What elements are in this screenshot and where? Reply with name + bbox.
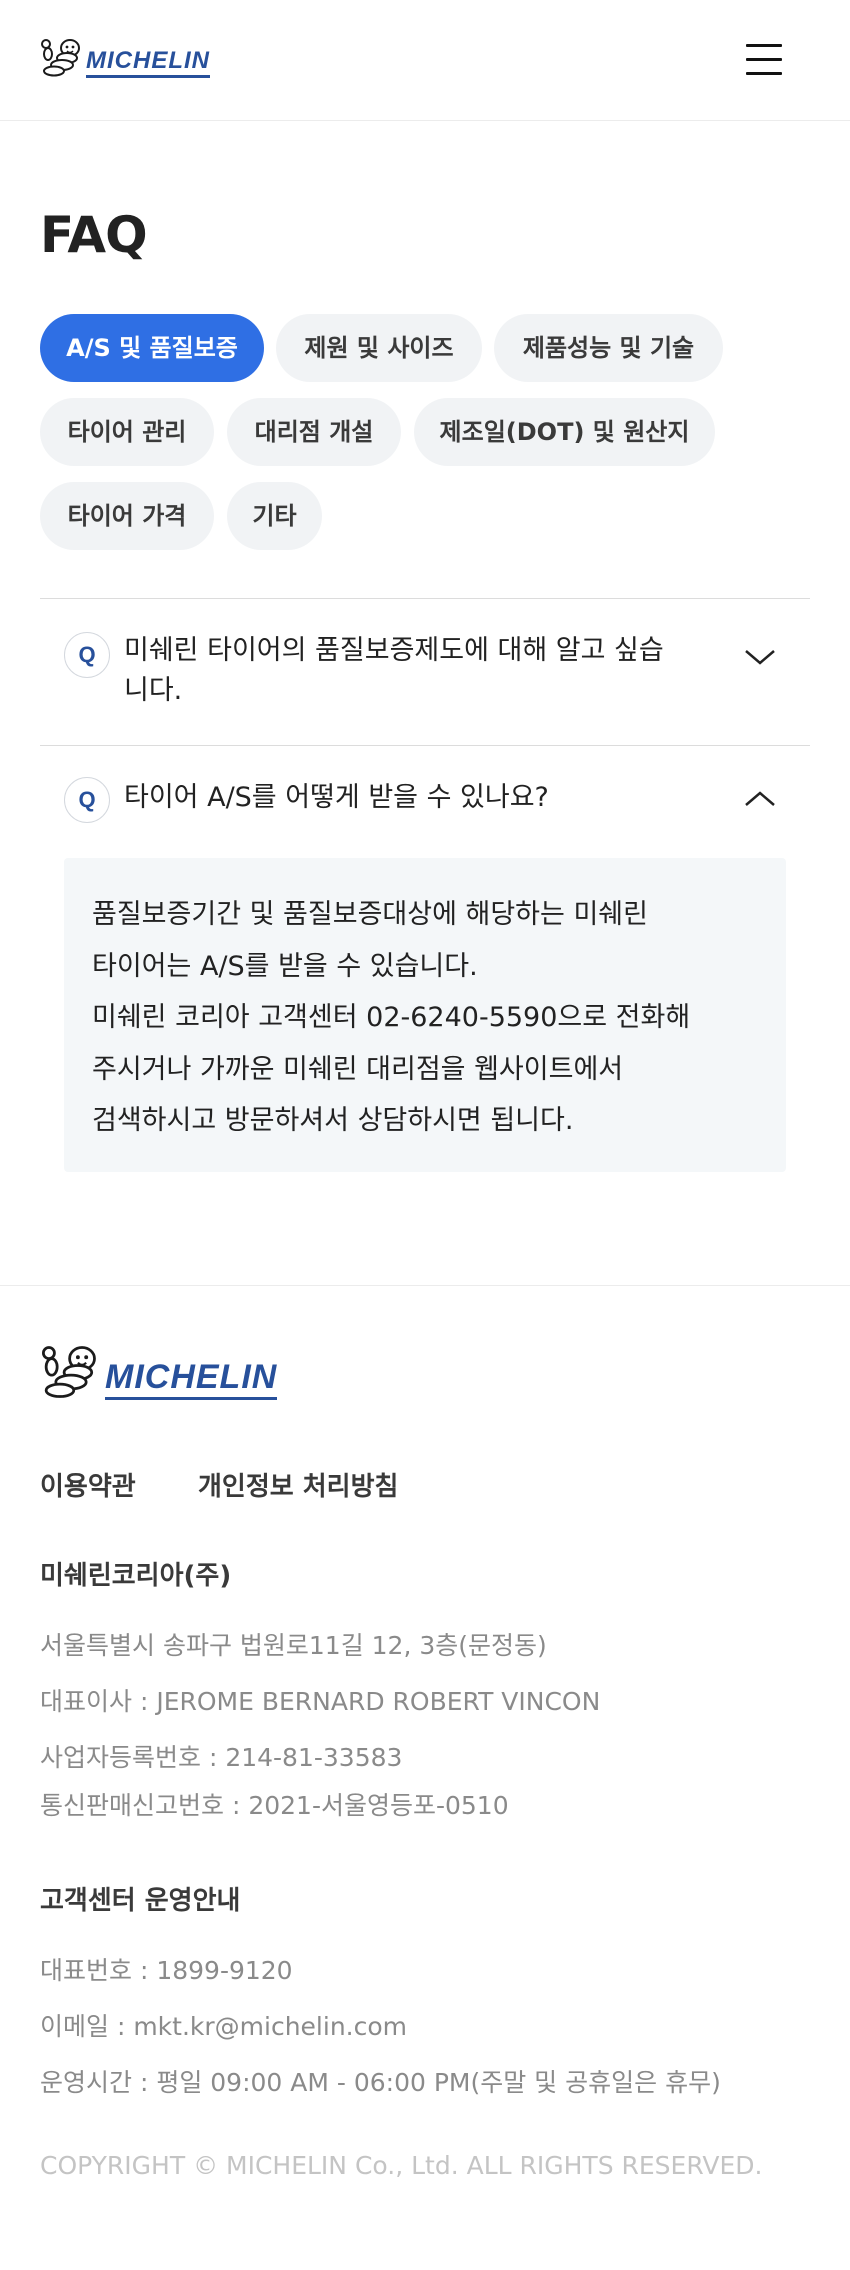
category-chip-specs-size[interactable]: 제원 및 사이즈 <box>276 314 482 382</box>
faq-answer-panel: 품질보증기간 및 품질보증대상에 해당하는 미쉐린 타이어는 A/S를 받을 수… <box>64 858 786 1172</box>
michelin-logo[interactable]: MICHELIN <box>40 36 210 78</box>
question-badge: Q <box>64 777 110 823</box>
faq-question-text: 미쉐린 타이어의 품질보증제도에 대해 알고 싶습니다. <box>124 635 664 706</box>
logo-wordmark: MICHELIN <box>86 49 210 78</box>
answer-line: 주시거나 가까운 미쉐린 대리점을 웹사이트에서 <box>92 1053 624 1085</box>
category-chip-tire-price[interactable]: 타이어 가격 <box>40 482 214 550</box>
page-title: FAQ <box>40 206 148 264</box>
category-chip-dealer-opening[interactable]: 대리점 개설 <box>227 398 401 466</box>
copyright-text: COPYRIGHT © MICHELIN Co., Ltd. ALL RIGHT… <box>40 2151 763 2180</box>
hamburger-menu-icon-bar <box>746 58 782 61</box>
bibendum-mascot-icon <box>42 1346 96 1398</box>
support-email: 이메일 : mkt.kr@michelin.com <box>40 2012 407 2041</box>
category-chip-dot-origin[interactable]: 제조일(DOT) 및 원산지 <box>414 398 715 466</box>
category-chip-as-warranty[interactable]: A/S 및 품질보증 <box>40 314 264 382</box>
answer-line: 타이어는 A/S를 받을 수 있습니다. <box>92 950 478 982</box>
question-badge: Q <box>64 632 110 678</box>
faq-item-as-service[interactable]: Q 타이어 A/S를 어떻게 받을 수 있나요? <box>40 746 810 850</box>
faq-question-text: 타이어 A/S를 어떻게 받을 수 있나요? <box>124 782 549 813</box>
bibendum-mascot-icon <box>41 39 80 77</box>
site-footer <box>0 1285 850 2270</box>
answer-line: 품질보증기간 및 품질보증대상에 해당하는 미쉐린 <box>92 899 648 930</box>
footer-michelin-logo[interactable]: MICHELIN <box>40 1342 278 1400</box>
business-registration: 사업자등록번호 : 214-81-33583 <box>40 1743 403 1772</box>
answer-line: 검색하시고 방문하셔서 상담하시면 됩니다. <box>92 1105 574 1136</box>
faq-item-warranty[interactable]: Q 미쉐린 타이어의 품질보증제도에 대해 알고 싶습니다. <box>40 599 810 745</box>
answer-line: 미쉐린 코리아 고객센터 02-6240-5590으로 전화해 <box>92 1002 691 1033</box>
terms-link[interactable]: 이용약관 <box>40 1466 136 1503</box>
hamburger-menu-icon <box>746 44 782 47</box>
category-chip-tire-care[interactable]: 타이어 관리 <box>40 398 214 466</box>
faq-answer-text: 품질보증기간 및 품질보증대상에 해당하는 미쉐린 타이어는 A/S를 받을 수… <box>92 889 762 1147</box>
mail-order-registration: 통신판매신고번호 : 2021-서울영등포-0510 <box>40 1791 509 1820</box>
hamburger-menu-button[interactable] <box>742 42 788 78</box>
support-hours: 운영시간 : 평일 09:00 AM - 06:00 PM(주말 및 공휴일은 … <box>40 2068 721 2097</box>
category-chip-other[interactable]: 기타 <box>227 482 322 550</box>
logo-wordmark: MICHELIN <box>105 1360 278 1400</box>
company-ceo: 대표이사 : JEROME BERNARD ROBERT VINCON <box>40 1687 601 1716</box>
support-heading: 고객센터 운영안내 <box>40 1886 241 1916</box>
company-name: 미쉐린코리아(주) <box>40 1561 232 1591</box>
company-address: 서울특별시 송파구 법원로11길 12, 3층(문정동) <box>40 1631 547 1660</box>
category-chip-performance-tech[interactable]: 제품성능 및 기술 <box>494 314 723 382</box>
hamburger-menu-icon-bar <box>746 72 782 75</box>
privacy-policy-link[interactable]: 개인정보 처리방침 <box>198 1466 398 1503</box>
site-header: MICHELIN <box>0 0 850 121</box>
support-phone: 대표번호 : 1899-9120 <box>40 1956 293 1985</box>
chevron-down-icon[interactable] <box>742 646 778 668</box>
chevron-up-icon[interactable] <box>742 788 778 810</box>
